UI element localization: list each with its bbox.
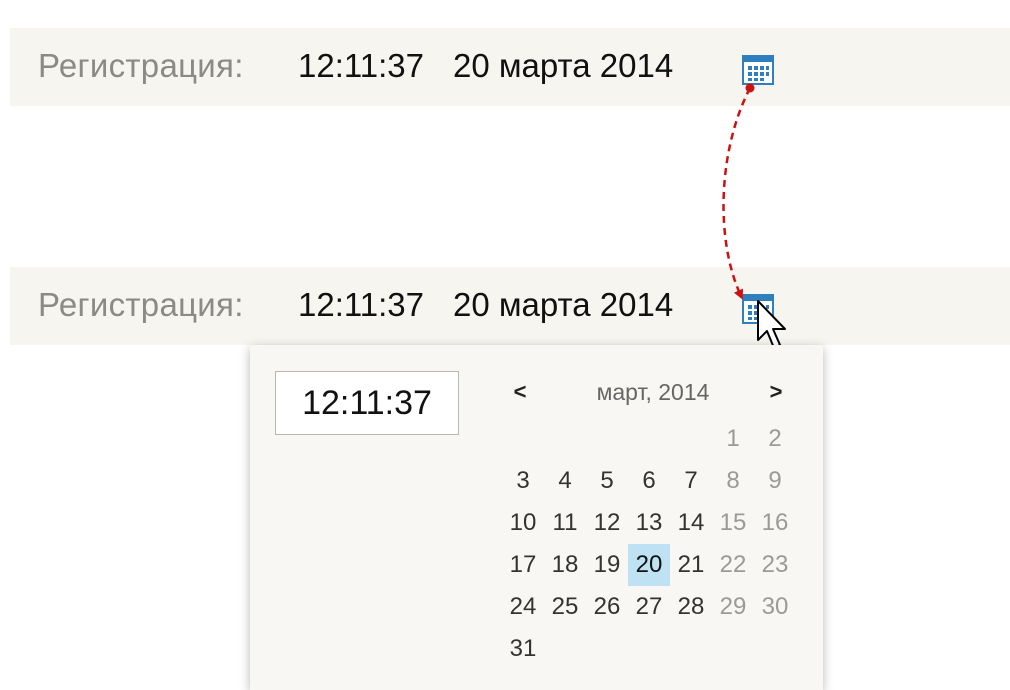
calendar-day-grid: 1 2 3 4 5 6 7 8 9 10 11 12 13 14 15 16 17 18 19 20 21 22 23 24 2… <box>502 418 796 670</box>
calendar-empty-cell <box>586 418 628 460</box>
calendar-day[interactable]: 13 <box>628 502 670 544</box>
calendar-day[interactable]: 8 <box>712 460 754 502</box>
registration-date: 20 марта 2014 <box>453 286 674 323</box>
time-input[interactable] <box>275 371 459 435</box>
calendar-day[interactable]: 14 <box>670 502 712 544</box>
month-title: март, 2014 <box>596 379 710 405</box>
calendar-day[interactable]: 10 <box>502 502 544 544</box>
calendar-empty-cell <box>502 418 544 460</box>
calendar-empty-cell <box>544 418 586 460</box>
calendar-day[interactable]: 3 <box>502 460 544 502</box>
datetime-picker-popup: < март, 2014 > 1234567891011121314151617… <box>250 345 823 690</box>
calendar-day[interactable]: 31 <box>502 628 544 670</box>
calendar-empty-cell <box>628 418 670 460</box>
registration-time: 12:11:37 <box>298 47 425 84</box>
calendar-day[interactable]: 4 <box>544 460 586 502</box>
calendar-day[interactable]: 9 <box>754 460 796 502</box>
calendar-day[interactable]: 19 <box>586 544 628 586</box>
calendar-day[interactable]: 15 <box>712 502 754 544</box>
calendar-icon[interactable] <box>741 52 775 86</box>
registration-date: 20 марта 2014 <box>453 47 674 84</box>
registration-label: Регистрация: <box>38 286 244 323</box>
calendar-day[interactable]: 5 <box>586 460 628 502</box>
next-month-button[interactable]: > <box>764 375 788 409</box>
calendar-day[interactable]: 23 <box>754 544 796 586</box>
registration-label: Регистрация: <box>38 47 244 84</box>
calendar-day[interactable]: 25 <box>544 586 586 628</box>
calendar-day[interactable]: 27 <box>628 586 670 628</box>
calendar-day[interactable]: 28 <box>670 586 712 628</box>
registration-row-top: Регистрация: 12:11:37 20 марта 2014 <box>10 28 1010 106</box>
calendar-day[interactable]: 7 <box>670 460 712 502</box>
calendar-day[interactable]: 2 <box>754 418 796 460</box>
calendar-day[interactable]: 12 <box>586 502 628 544</box>
calendar-empty-cell <box>670 418 712 460</box>
calendar-day[interactable]: 22 <box>712 544 754 586</box>
calendar-header: < март, 2014 > <box>508 375 798 411</box>
calendar-day[interactable]: 18 <box>544 544 586 586</box>
registration-row-bottom: Регистрация: 12:11:37 20 марта 2014 <box>10 267 1010 345</box>
calendar-day[interactable]: 26 <box>586 586 628 628</box>
calendar-day[interactable]: 11 <box>544 502 586 544</box>
calendar-day[interactable]: 17 <box>502 544 544 586</box>
calendar-day[interactable]: 21 <box>670 544 712 586</box>
calendar-day[interactable]: 24 <box>502 586 544 628</box>
calendar-day-selected[interactable]: 20 <box>628 544 670 586</box>
calendar-day[interactable]: 16 <box>754 502 796 544</box>
calendar-day[interactable]: 1 <box>712 418 754 460</box>
calendar-icon[interactable] <box>741 291 775 325</box>
calendar-day[interactable]: 6 <box>628 460 670 502</box>
calendar-day[interactable]: 29 <box>712 586 754 628</box>
registration-time: 12:11:37 <box>298 286 425 323</box>
calendar-day[interactable]: 30 <box>754 586 796 628</box>
prev-month-button[interactable]: < <box>508 375 532 409</box>
